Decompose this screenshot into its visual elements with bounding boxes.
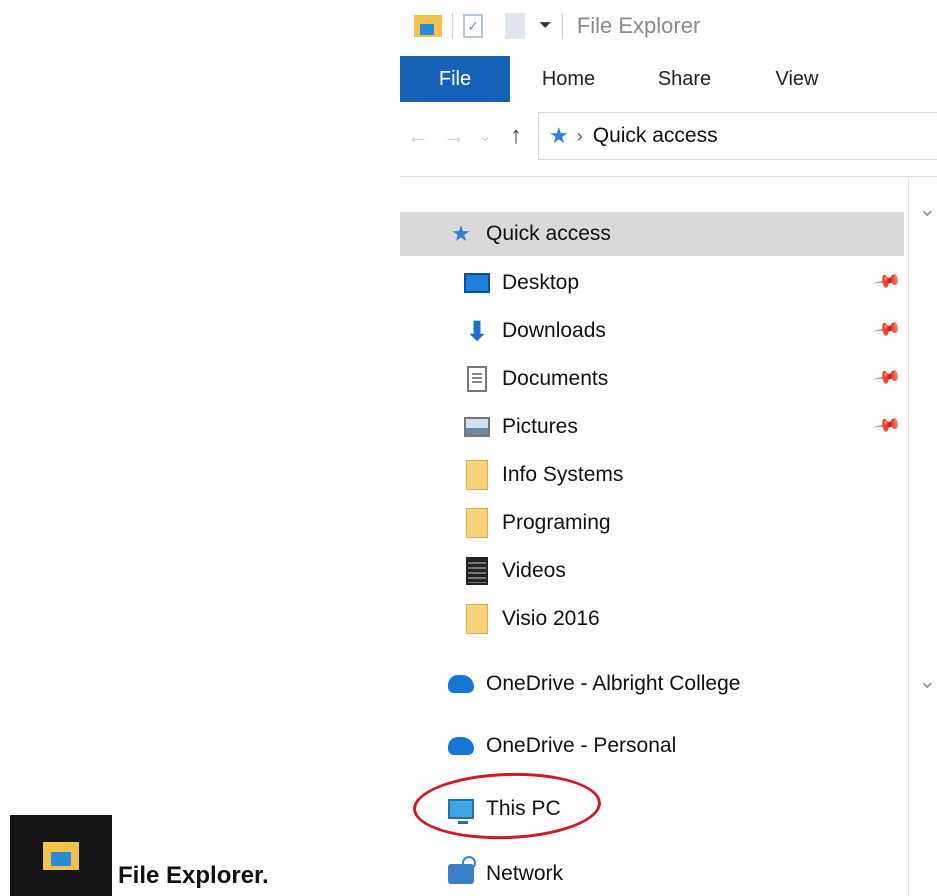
- pin-icon[interactable]: 📌: [872, 362, 902, 392]
- nav-item-info-systems[interactable]: Info Systems: [400, 453, 904, 497]
- onedrive-cloud-icon: [448, 671, 474, 697]
- downloads-icon: ⬇: [466, 315, 488, 346]
- file-explorer-app-icon[interactable]: [414, 15, 442, 37]
- nav-item-label: Programing: [502, 511, 611, 534]
- nav-quick-access[interactable]: ★ Quick access: [400, 212, 904, 256]
- window-title: File Explorer: [576, 13, 701, 38]
- nav-onedrive-albright-college[interactable]: OneDrive - Albright College: [400, 662, 904, 706]
- nav-item-label: OneDrive - Personal: [486, 734, 677, 757]
- network-icon: [448, 856, 476, 887]
- nav-network[interactable]: Network: [400, 852, 904, 896]
- nav-item-label: Network: [486, 862, 564, 885]
- nav-item-label: Pictures: [502, 415, 578, 438]
- navigation-bar: ← → ⌄ ↑ ★ › Quick access: [400, 108, 937, 164]
- divider: [400, 176, 937, 177]
- nav-item-label: Videos: [502, 559, 566, 582]
- nav-item-videos[interactable]: Videos: [400, 549, 904, 593]
- nav-item-desktop[interactable]: Desktop 📌: [400, 261, 904, 305]
- nav-item-documents[interactable]: Documents 📌: [400, 357, 904, 401]
- address-bar[interactable]: ★ › Quick access: [538, 112, 937, 160]
- quick-access-star-icon: ★: [451, 221, 471, 246]
- breadcrumb-separator-icon[interactable]: ›: [577, 126, 583, 147]
- pictures-icon: [464, 414, 490, 440]
- quick-access-star-icon: ★: [549, 123, 569, 148]
- breadcrumb-quick-access[interactable]: Quick access: [593, 124, 718, 148]
- forward-arrow-icon[interactable]: →: [436, 123, 472, 149]
- desktop-icon: [464, 270, 490, 296]
- nav-item-programing[interactable]: Programing: [400, 501, 904, 545]
- folder-icon: [43, 841, 79, 870]
- pin-icon[interactable]: 📌: [872, 410, 902, 440]
- collapse-chevron-icon[interactable]: ⌄: [918, 668, 936, 694]
- nav-item-label: Quick access: [486, 222, 611, 245]
- nav-item-visio-2016[interactable]: Visio 2016: [400, 597, 904, 641]
- tab-share[interactable]: Share: [627, 56, 742, 102]
- folder-icon: [464, 508, 490, 538]
- nav-item-label: Desktop: [502, 271, 580, 294]
- tab-view[interactable]: View: [742, 56, 852, 102]
- tab-file[interactable]: File: [400, 56, 510, 102]
- folder-icon: [464, 460, 490, 490]
- documents-icon: [464, 366, 490, 392]
- recent-locations-chevron-icon[interactable]: ⌄: [472, 128, 498, 145]
- pane-divider[interactable]: [908, 178, 909, 896]
- nav-item-label: Visio 2016: [502, 607, 600, 630]
- caption-text: File Explorer.: [118, 862, 269, 889]
- new-folder-icon[interactable]: [505, 13, 525, 39]
- tab-home[interactable]: Home: [510, 56, 627, 102]
- up-arrow-icon[interactable]: ↑: [498, 122, 534, 150]
- nav-item-label: Downloads: [502, 319, 606, 342]
- pin-icon[interactable]: 📌: [872, 314, 902, 344]
- back-arrow-icon[interactable]: ←: [400, 123, 436, 149]
- ribbon-tabs: File Home Share View: [400, 56, 937, 102]
- quick-access-toolbar: ✓ ⏷ File Explorer: [400, 0, 937, 52]
- nav-item-downloads[interactable]: ⬇ Downloads 📌: [400, 309, 904, 353]
- folder-icon: [464, 604, 490, 634]
- collapse-chevron-icon[interactable]: ⌄: [918, 196, 936, 222]
- nav-item-pictures[interactable]: Pictures 📌: [400, 405, 904, 449]
- properties-icon[interactable]: ✓: [463, 14, 483, 38]
- file-explorer-taskbar-icon[interactable]: [10, 815, 112, 896]
- videos-icon: [464, 557, 490, 585]
- onedrive-cloud-icon: [448, 733, 474, 759]
- nav-item-label: OneDrive - Albright College: [486, 672, 741, 695]
- nav-item-label: Documents: [502, 367, 609, 390]
- highlight-circle: [411, 769, 603, 843]
- nav-onedrive-personal[interactable]: OneDrive - Personal: [400, 724, 904, 768]
- pin-icon[interactable]: 📌: [872, 266, 902, 296]
- nav-item-label: Info Systems: [502, 463, 624, 486]
- customize-toolbar-icon[interactable]: ⏷: [539, 17, 552, 35]
